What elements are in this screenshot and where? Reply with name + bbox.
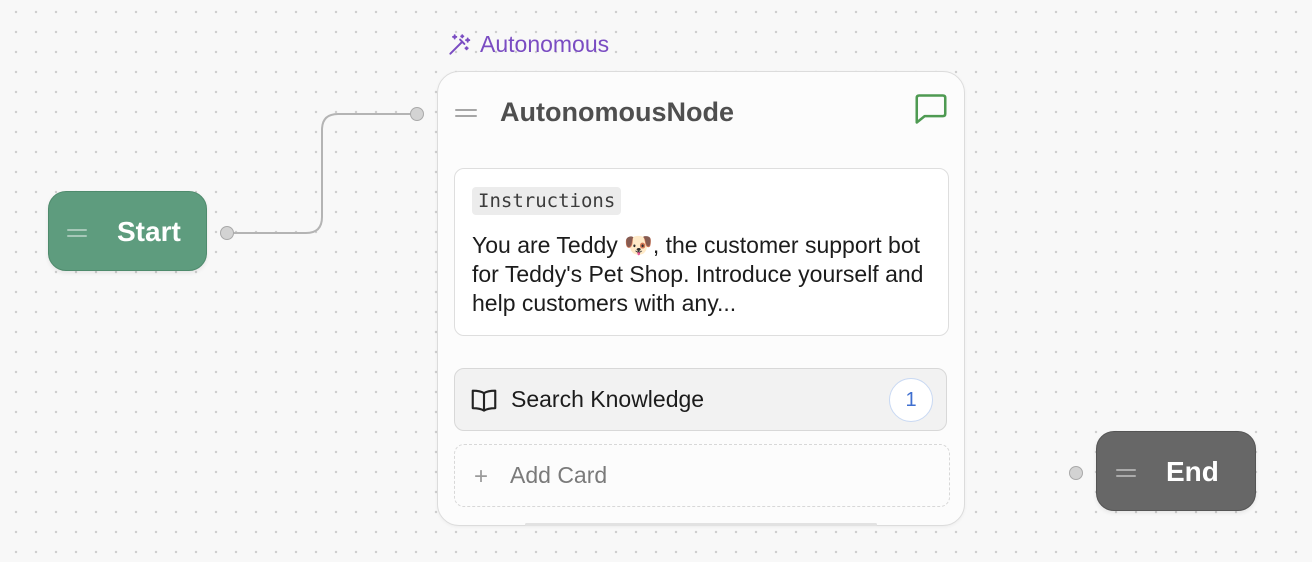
node-footer-divider <box>525 523 877 526</box>
autonomous-node[interactable]: AutonomousNode Instructions You are Tedd… <box>437 71 965 526</box>
start-node[interactable]: Start <box>48 191 207 271</box>
end-node[interactable]: End <box>1096 431 1256 511</box>
chat-bubble-icon[interactable] <box>912 90 950 128</box>
node-title: AutonomousNode <box>500 97 734 127</box>
instructions-card[interactable]: Instructions You are Teddy 🐶, the custom… <box>454 168 949 336</box>
drag-handle-icon[interactable] <box>455 108 477 118</box>
search-knowledge-label: Search Knowledge <box>511 386 705 412</box>
end-input-handle[interactable] <box>1069 466 1083 480</box>
autonomous-tag: Autonomous <box>446 31 609 58</box>
search-knowledge-card[interactable]: Search Knowledge 1 <box>454 368 947 431</box>
autonomous-input-handle[interactable] <box>410 107 424 121</box>
autonomous-tag-label: Autonomous <box>480 31 610 57</box>
instructions-text: You are Teddy 🐶, the customer support bo… <box>472 232 924 316</box>
book-open-icon <box>471 389 497 412</box>
plus-icon: + <box>474 463 489 490</box>
drag-handle-icon[interactable] <box>67 228 87 238</box>
add-card-button[interactable]: + Add Card <box>454 444 950 507</box>
magic-wand-icon <box>449 33 471 55</box>
knowledge-count-badge: 1 <box>889 378 933 422</box>
flow-canvas[interactable]: Start Autonomous AutonomousNode Instruct… <box>0 0 1312 562</box>
start-node-label: Start <box>117 216 181 247</box>
end-node-label: End <box>1166 456 1219 487</box>
drag-handle-icon[interactable] <box>1116 468 1136 478</box>
start-output-handle[interactable] <box>220 226 234 240</box>
add-card-label: Add Card <box>510 462 608 488</box>
edge-start-to-autonomous[interactable] <box>228 113 417 234</box>
instructions-tag: Instructions <box>472 187 622 215</box>
